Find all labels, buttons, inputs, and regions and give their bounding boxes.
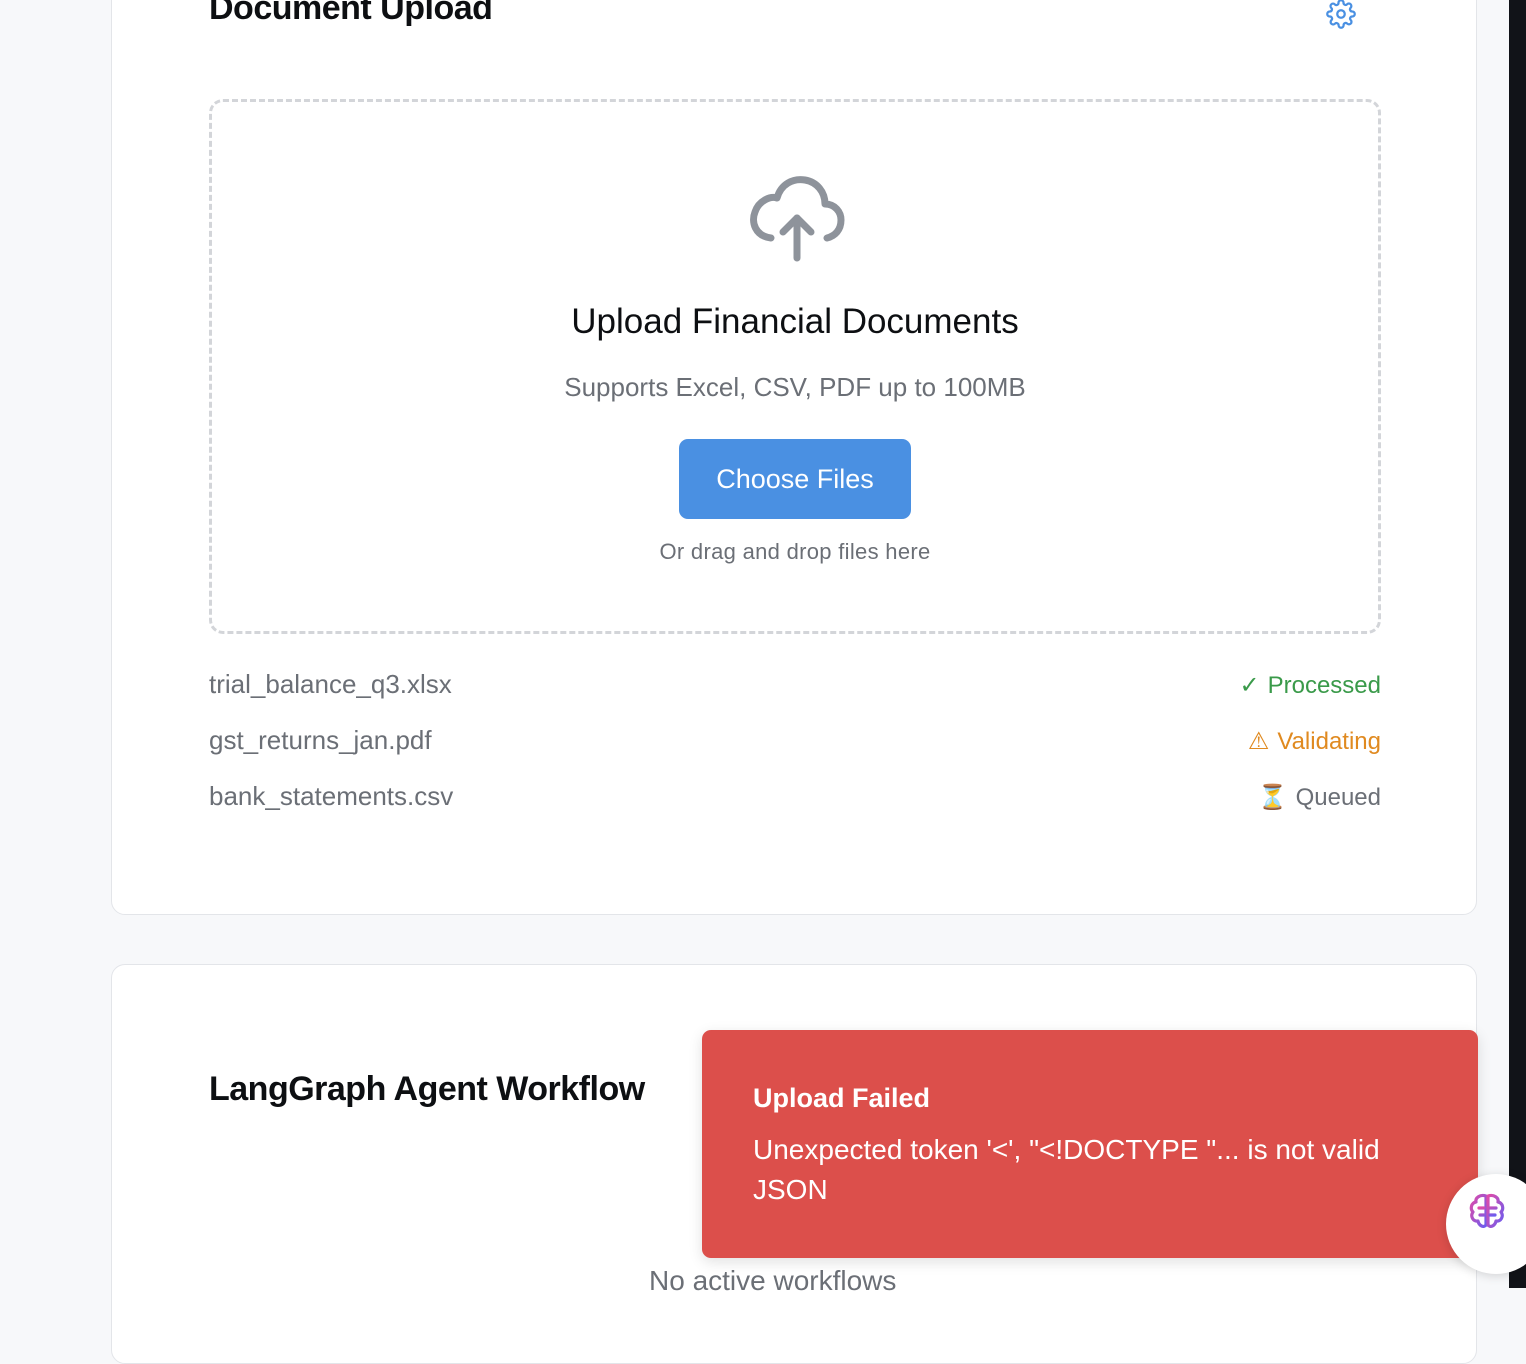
warning-icon: ⚠ — [1247, 728, 1270, 755]
status-badge: ⚠ Validating — [1248, 727, 1381, 756]
list-item: gst_returns_jan.pdf ⚠ Validating — [209, 725, 1381, 781]
toast-message: Unexpected token '<', "<!DOCTYPE "... is… — [753, 1134, 1380, 1205]
empty-state-text: No active workflows — [649, 1265, 897, 1296]
status-badge: ✓ Processed — [1240, 671, 1382, 700]
toast-title: Upload Failed — [753, 1083, 931, 1113]
file-name: bank_statements.csv — [209, 781, 454, 811]
dropzone-subtitle: Supports Excel, CSV, PDF up to 100MB — [564, 372, 1026, 402]
status-label: Validating — [1277, 727, 1381, 755]
uploaded-file-list: trial_balance_q3.xlsx ✓ Processed gst_re… — [209, 669, 1381, 837]
dropzone-hint: Or drag and drop files here — [659, 539, 931, 564]
file-name: gst_returns_jan.pdf — [209, 725, 432, 755]
list-item: bank_statements.csv ⏳ Queued — [209, 781, 1381, 837]
gear-icon[interactable] — [1326, 0, 1356, 29]
status-label: Queued — [1295, 783, 1381, 811]
cloud-upload-icon — [749, 172, 845, 262]
document-upload-card: Document Upload Upload Financial Documen… — [111, 0, 1477, 915]
choose-files-button[interactable]: Choose Files — [679, 439, 911, 519]
status-label: Processed — [1267, 671, 1381, 699]
file-name: trial_balance_q3.xlsx — [209, 669, 452, 699]
scrollbar[interactable] — [1509, 0, 1526, 1288]
file-dropzone[interactable]: Upload Financial Documents Supports Exce… — [209, 99, 1381, 634]
dropzone-title: Upload Financial Documents — [571, 302, 1019, 341]
checkmark-icon: ✓ — [1239, 672, 1260, 699]
error-toast[interactable]: Upload Failed Unexpected token '<', "<!D… — [702, 1030, 1478, 1258]
section-title: Document Upload — [209, 0, 493, 27]
list-item: trial_balance_q3.xlsx ✓ Processed — [209, 669, 1381, 725]
status-badge: ⏳ Queued — [1258, 783, 1381, 812]
hourglass-icon: ⏳ — [1257, 784, 1288, 811]
brain-icon — [1469, 1193, 1505, 1228]
section-title: LangGraph Agent Workflow — [209, 1070, 645, 1108]
